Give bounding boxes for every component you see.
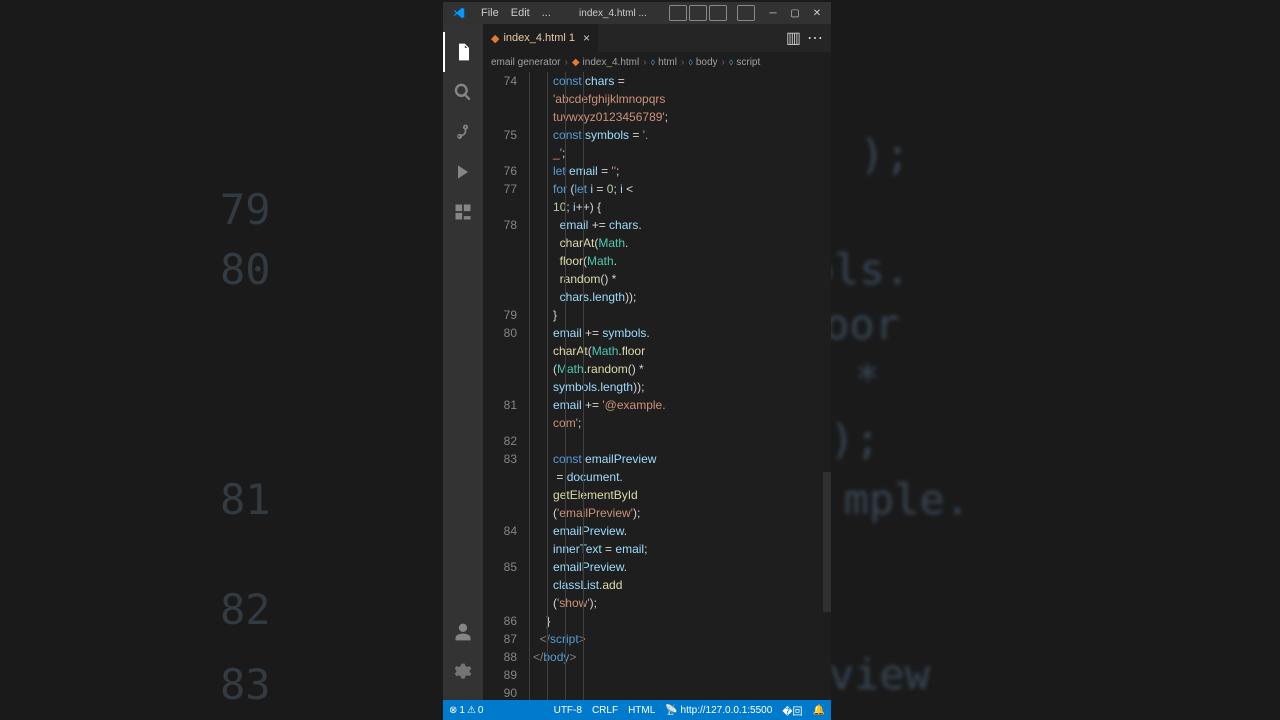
menu-more[interactable]: ... [536, 7, 557, 19]
live-server-indicator[interactable]: 📡 http://127.0.0.1:5500 [665, 705, 772, 716]
breadcrumb[interactable]: email generator › ◆index_4.html › ⬨html … [483, 52, 831, 72]
layout-panel-icon[interactable] [689, 5, 707, 21]
debug-icon[interactable] [443, 152, 483, 192]
chevron-right-icon: › [643, 57, 646, 68]
menu-edit[interactable]: Edit [505, 7, 536, 19]
tag-icon: ⬨ [651, 57, 656, 68]
bg-line-num: 80 [220, 245, 271, 294]
chevron-right-icon: › [722, 57, 725, 68]
chevron-right-icon: › [681, 57, 684, 68]
tag-icon: ⬨ [729, 57, 734, 68]
code-content[interactable]: const chars = 'abcdefghijklmnopqrs tuvwx… [529, 72, 831, 700]
source-control-icon[interactable] [443, 112, 483, 152]
vscode-logo-icon [449, 3, 469, 23]
tab-close-icon[interactable]: × [583, 31, 590, 45]
tag-icon: ⬨ [688, 57, 693, 68]
vscode-window: File Edit ... index_4.html ... ─ ▢ ✕ [443, 2, 831, 720]
bg-code-text: ); [859, 130, 910, 179]
bg-code-text: mple. [844, 475, 970, 524]
editor-area: ◆ index_4.html 1 × ▥ ⋯ email generator ›… [483, 24, 831, 700]
editor-tabs: ◆ index_4.html 1 × ▥ ⋯ [483, 24, 831, 52]
problems-indicator[interactable]: ⊗1 ⚠0 [449, 705, 483, 716]
encoding-indicator[interactable]: UTF-8 [554, 705, 582, 716]
bg-code-text: ); [829, 415, 880, 464]
settings-gear-icon[interactable] [443, 652, 483, 692]
html-file-icon: ◆ [572, 57, 580, 68]
breadcrumb-item[interactable]: ⬨body [688, 57, 717, 68]
breadcrumb-item[interactable]: ⬨html [651, 57, 677, 68]
code-editor[interactable]: 7475767778798081828384858687888990 const… [483, 72, 831, 700]
bg-line-num: 79 [220, 185, 271, 234]
breadcrumb-item[interactable]: ⬨script [729, 57, 760, 68]
breadcrumb-item[interactable]: email generator [491, 57, 560, 68]
scrollbar[interactable] [823, 472, 831, 612]
bg-line-num: 81 [220, 475, 271, 524]
line-numbers: 7475767778798081828384858687888990 [483, 72, 529, 700]
activity-bar [443, 24, 483, 700]
eol-indicator[interactable]: CRLF [592, 705, 618, 716]
close-button[interactable]: ✕ [807, 3, 827, 23]
tab-index4[interactable]: ◆ index_4.html 1 × [483, 24, 598, 52]
split-editor-icon[interactable]: ▥ [786, 28, 801, 48]
bg-line-num: 83 [220, 660, 271, 709]
layout-sidebar-icon[interactable] [669, 5, 687, 21]
feedback-icon[interactable]: �回 [782, 703, 802, 718]
chevron-right-icon: › [564, 57, 567, 68]
bg-line-num: 82 [220, 585, 271, 634]
error-icon: ⊗ [449, 705, 457, 716]
menu-file[interactable]: File [475, 7, 505, 19]
breadcrumb-item[interactable]: ◆index_4.html [572, 57, 639, 68]
layout-right-icon[interactable] [709, 5, 727, 21]
explorer-icon[interactable] [443, 32, 483, 72]
bg-code-text: oor [824, 300, 900, 349]
bg-code-text: * [855, 355, 880, 404]
bg-code-text: view [829, 650, 930, 699]
minimize-button[interactable]: ─ [763, 3, 783, 23]
search-icon[interactable] [443, 72, 483, 112]
account-icon[interactable] [443, 612, 483, 652]
customize-layout-icon[interactable] [737, 5, 755, 21]
tab-label: index_4.html 1 [503, 32, 575, 44]
extensions-icon[interactable] [443, 192, 483, 232]
window-title: index_4.html ... [557, 8, 669, 19]
maximize-button[interactable]: ▢ [785, 3, 805, 23]
title-bar[interactable]: File Edit ... index_4.html ... ─ ▢ ✕ [443, 2, 831, 24]
more-actions-icon[interactable]: ⋯ [807, 28, 823, 48]
bell-icon[interactable]: 🔔 [813, 705, 825, 716]
status-bar: ⊗1 ⚠0 UTF-8 CRLF HTML 📡 http://127.0.0.1… [443, 700, 831, 720]
warning-icon: ⚠ [467, 705, 476, 716]
language-indicator[interactable]: HTML [628, 705, 655, 716]
broadcast-icon: 📡 [665, 705, 677, 716]
layout-controls [669, 5, 755, 21]
html-file-icon: ◆ [491, 32, 499, 45]
